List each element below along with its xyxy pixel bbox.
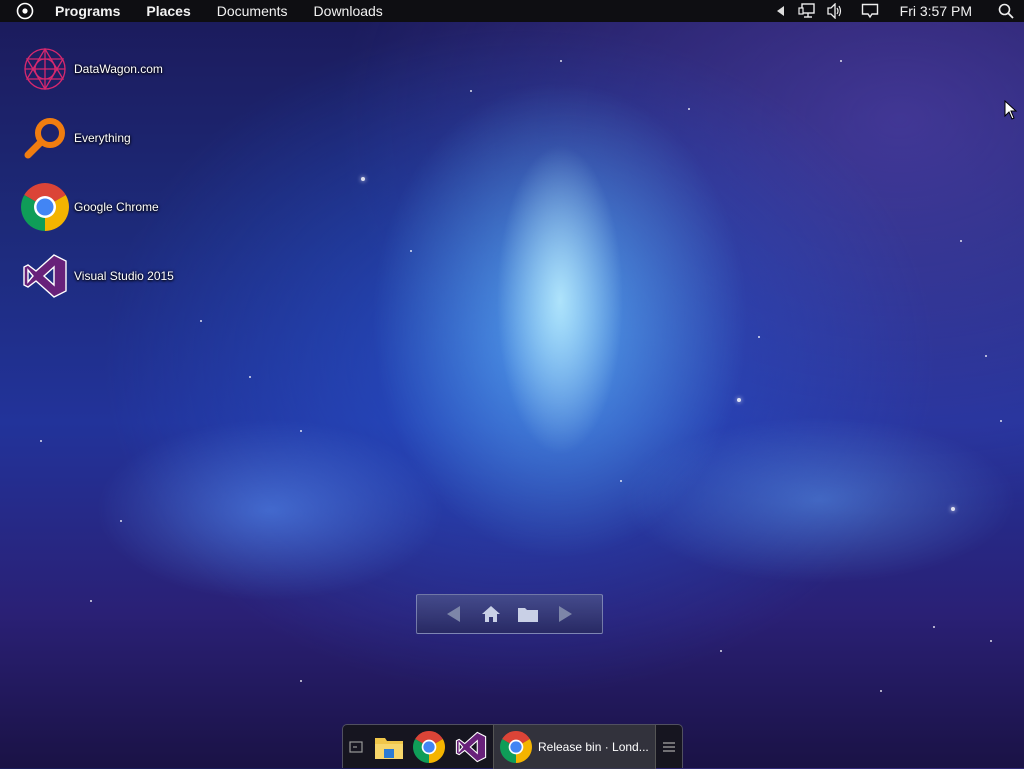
desktop-icon-label: Visual Studio 2015 [74, 269, 174, 283]
main-menu: Programs Places Documents Downloads [42, 0, 396, 22]
star [200, 320, 202, 322]
menu-documents[interactable]: Documents [204, 0, 301, 22]
everything-search-icon [20, 113, 70, 163]
desktop-icon-label: Google Chrome [74, 200, 159, 214]
top-menu-bar: Programs Places Documents Downloads Fri … [0, 0, 1024, 22]
search-icon[interactable] [988, 0, 1024, 22]
menu-programs[interactable]: Programs [42, 0, 133, 22]
datawagon-icon [20, 44, 70, 94]
star [758, 336, 760, 338]
back-arrow-icon[interactable] [441, 601, 467, 627]
star [120, 520, 122, 522]
dock: Release bin · Lond... [342, 724, 683, 769]
system-tray: Fri 3:57 PM [768, 0, 1024, 22]
desktop-icon-label: DataWagon.com [74, 62, 163, 76]
desktop-icon-everything[interactable]: Everything [20, 113, 131, 163]
star [40, 440, 42, 442]
desktop-icon-visual-studio[interactable]: Visual Studio 2015 [20, 251, 174, 301]
star [620, 480, 622, 482]
star [410, 250, 412, 252]
file-explorer-icon[interactable] [369, 725, 409, 769]
mouse-cursor-icon [1004, 99, 1018, 125]
star [300, 680, 302, 682]
star [880, 690, 882, 692]
volume-icon[interactable] [820, 0, 850, 22]
home-icon[interactable] [478, 601, 504, 627]
network-icon[interactable] [794, 0, 820, 22]
taskbar-window-chrome[interactable]: Release bin · Lond... [493, 724, 656, 769]
star [933, 626, 935, 628]
forward-arrow-icon[interactable] [552, 601, 578, 627]
show-desktop-icon[interactable] [343, 725, 369, 769]
star [688, 108, 690, 110]
star [90, 600, 92, 602]
star [1000, 420, 1002, 422]
menu-places[interactable]: Places [133, 0, 203, 22]
star [720, 650, 722, 652]
task-label: Release bin · Lond... [538, 739, 649, 754]
menu-downloads[interactable]: Downloads [301, 0, 396, 22]
visual-studio-icon [20, 251, 70, 301]
star [361, 177, 365, 181]
star [737, 398, 741, 402]
star [951, 507, 955, 511]
folder-icon[interactable] [515, 601, 541, 627]
star [470, 90, 472, 92]
star [985, 355, 987, 357]
navigation-widget [416, 594, 603, 634]
chrome-icon [20, 182, 70, 232]
desktop-icon-datawagon[interactable]: DataWagon.com [20, 44, 163, 94]
star [960, 240, 962, 242]
chrome-icon [500, 730, 532, 763]
start-orb-icon[interactable] [8, 0, 42, 22]
star [840, 60, 842, 62]
star [560, 60, 562, 62]
clock[interactable]: Fri 3:57 PM [890, 3, 988, 19]
desktop-icon-label: Everything [74, 131, 131, 145]
tray-collapse-arrow-icon[interactable] [768, 0, 794, 22]
visual-studio-icon[interactable] [449, 725, 493, 769]
dock-menu-icon[interactable] [656, 725, 682, 769]
chrome-icon[interactable] [409, 725, 449, 769]
star [249, 376, 251, 378]
desktop-icon-chrome[interactable]: Google Chrome [20, 182, 159, 232]
star [990, 640, 992, 642]
star [300, 430, 302, 432]
notification-icon[interactable] [850, 0, 890, 22]
